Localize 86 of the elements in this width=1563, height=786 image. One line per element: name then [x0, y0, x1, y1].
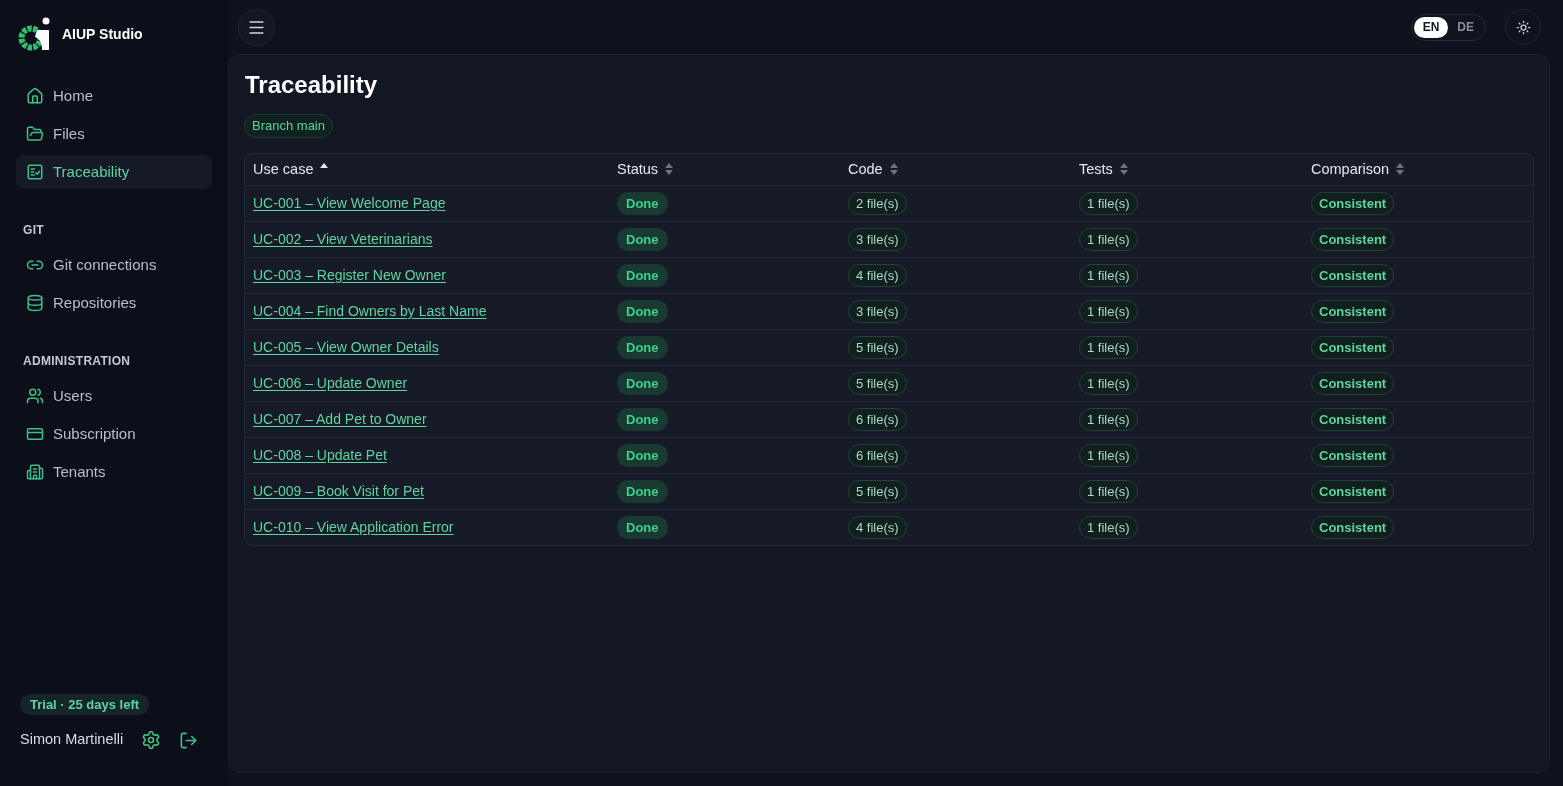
file-count-badge: 1 file(s) [1079, 479, 1138, 504]
app-name: AIUP Studio [62, 24, 143, 44]
use-case-link[interactable]: UC-001 – View Welcome Page [253, 195, 446, 211]
file-count-badge: 5 file(s) [848, 335, 907, 360]
status-badge: Done [617, 263, 668, 288]
settings-icon [141, 730, 162, 751]
language-option[interactable]: DE [1448, 16, 1483, 38]
file-count-badge: 5 file(s) [848, 371, 907, 396]
comparison-badge: Consistent [1311, 479, 1395, 504]
use-case-link[interactable]: UC-004 – Find Owners by Last Name [253, 303, 487, 319]
section-heading: GIT [22, 222, 45, 239]
building-icon [26, 463, 44, 481]
status-badge: Done [617, 443, 668, 468]
use-case-link[interactable]: UC-007 – Add Pet to Owner [253, 411, 427, 427]
status-badge: Done [617, 479, 668, 504]
trial-badge: Trial · 25 days left [20, 693, 150, 716]
file-count-badge: 6 file(s) [848, 443, 907, 468]
column-header[interactable]: Status [617, 159, 674, 179]
nav-item[interactable]: Users [16, 379, 212, 413]
comparison-badge: Consistent [1311, 515, 1395, 540]
file-count-badge: 4 file(s) [848, 515, 907, 540]
file-count-badge: 3 file(s) [848, 299, 907, 324]
logout-icon [179, 730, 199, 750]
status-badge: Done [617, 407, 668, 432]
folder-icon [26, 125, 44, 143]
column-header[interactable]: Use case [253, 159, 329, 179]
comparison-badge: Consistent [1311, 191, 1395, 216]
use-case-link[interactable]: UC-005 – View Owner Details [253, 339, 439, 355]
checklist-icon [26, 163, 44, 181]
home-icon [26, 87, 44, 105]
use-case-link[interactable]: UC-008 – Update Pet [253, 447, 387, 463]
comparison-badge: Consistent [1311, 371, 1395, 396]
nav-item[interactable]: Traceability [16, 155, 212, 189]
column-header[interactable]: Code [848, 159, 898, 179]
menu-button[interactable] [238, 8, 275, 46]
database-icon [26, 294, 44, 312]
nav-item[interactable]: Home [16, 79, 212, 113]
nav-item[interactable]: Subscription [16, 417, 212, 451]
section-heading: ADMINISTRATION [22, 353, 132, 370]
column-header[interactable]: Tests [1079, 159, 1128, 179]
theme-toggle-button[interactable] [1505, 9, 1541, 45]
file-count-badge: 2 file(s) [848, 191, 907, 216]
nav-item[interactable]: Files [16, 117, 212, 151]
user-name: Simon Martinelli [20, 730, 124, 750]
file-count-badge: 1 file(s) [1079, 515, 1138, 540]
file-count-badge: 4 file(s) [848, 263, 907, 288]
nav-item[interactable]: Tenants [16, 455, 212, 489]
status-badge: Done [617, 335, 668, 360]
status-badge: Done [617, 191, 668, 216]
use-case-link[interactable]: UC-010 – View Application Error [253, 519, 454, 535]
use-case-link[interactable]: UC-006 – Update Owner [253, 375, 408, 391]
comparison-badge: Consistent [1311, 443, 1395, 468]
use-case-link[interactable]: UC-009 – Book Visit for Pet [253, 483, 424, 499]
file-count-badge: 1 file(s) [1079, 371, 1138, 396]
file-count-badge: 3 file(s) [848, 227, 907, 252]
language-option[interactable]: EN [1413, 16, 1449, 38]
comparison-badge: Consistent [1311, 299, 1395, 324]
settings-button[interactable] [141, 730, 162, 751]
file-count-badge: 1 file(s) [1079, 299, 1138, 324]
nav-item[interactable]: Git connections [16, 248, 212, 282]
file-count-badge: 6 file(s) [848, 407, 907, 432]
logout-button[interactable] [179, 730, 199, 750]
comparison-badge: Consistent [1311, 407, 1395, 432]
column-header[interactable]: Comparison [1311, 159, 1405, 179]
branch-badge: Branch main [244, 114, 333, 138]
file-count-badge: 1 file(s) [1079, 191, 1138, 216]
nav-item[interactable]: Repositories [16, 286, 212, 320]
use-case-link[interactable]: UC-003 – Register New Owner [253, 267, 446, 283]
comparison-badge: Consistent [1311, 263, 1395, 288]
page-title: Traceability [244, 71, 378, 99]
file-count-badge: 1 file(s) [1079, 407, 1138, 432]
use-case-link[interactable]: UC-002 – View Veterinarians [253, 231, 433, 247]
status-badge: Done [617, 371, 668, 396]
comparison-badge: Consistent [1311, 335, 1395, 360]
file-count-badge: 1 file(s) [1079, 443, 1138, 468]
credit-card-icon [26, 425, 44, 443]
comparison-badge: Consistent [1311, 227, 1395, 252]
file-count-badge: 1 file(s) [1079, 335, 1138, 360]
status-badge: Done [617, 299, 668, 324]
status-badge: Done [617, 515, 668, 540]
status-badge: Done [617, 227, 668, 252]
file-count-badge: 5 file(s) [848, 479, 907, 504]
file-count-badge: 1 file(s) [1079, 227, 1138, 252]
file-count-badge: 1 file(s) [1079, 263, 1138, 288]
users-icon [26, 387, 44, 405]
sun-icon [1515, 19, 1531, 35]
